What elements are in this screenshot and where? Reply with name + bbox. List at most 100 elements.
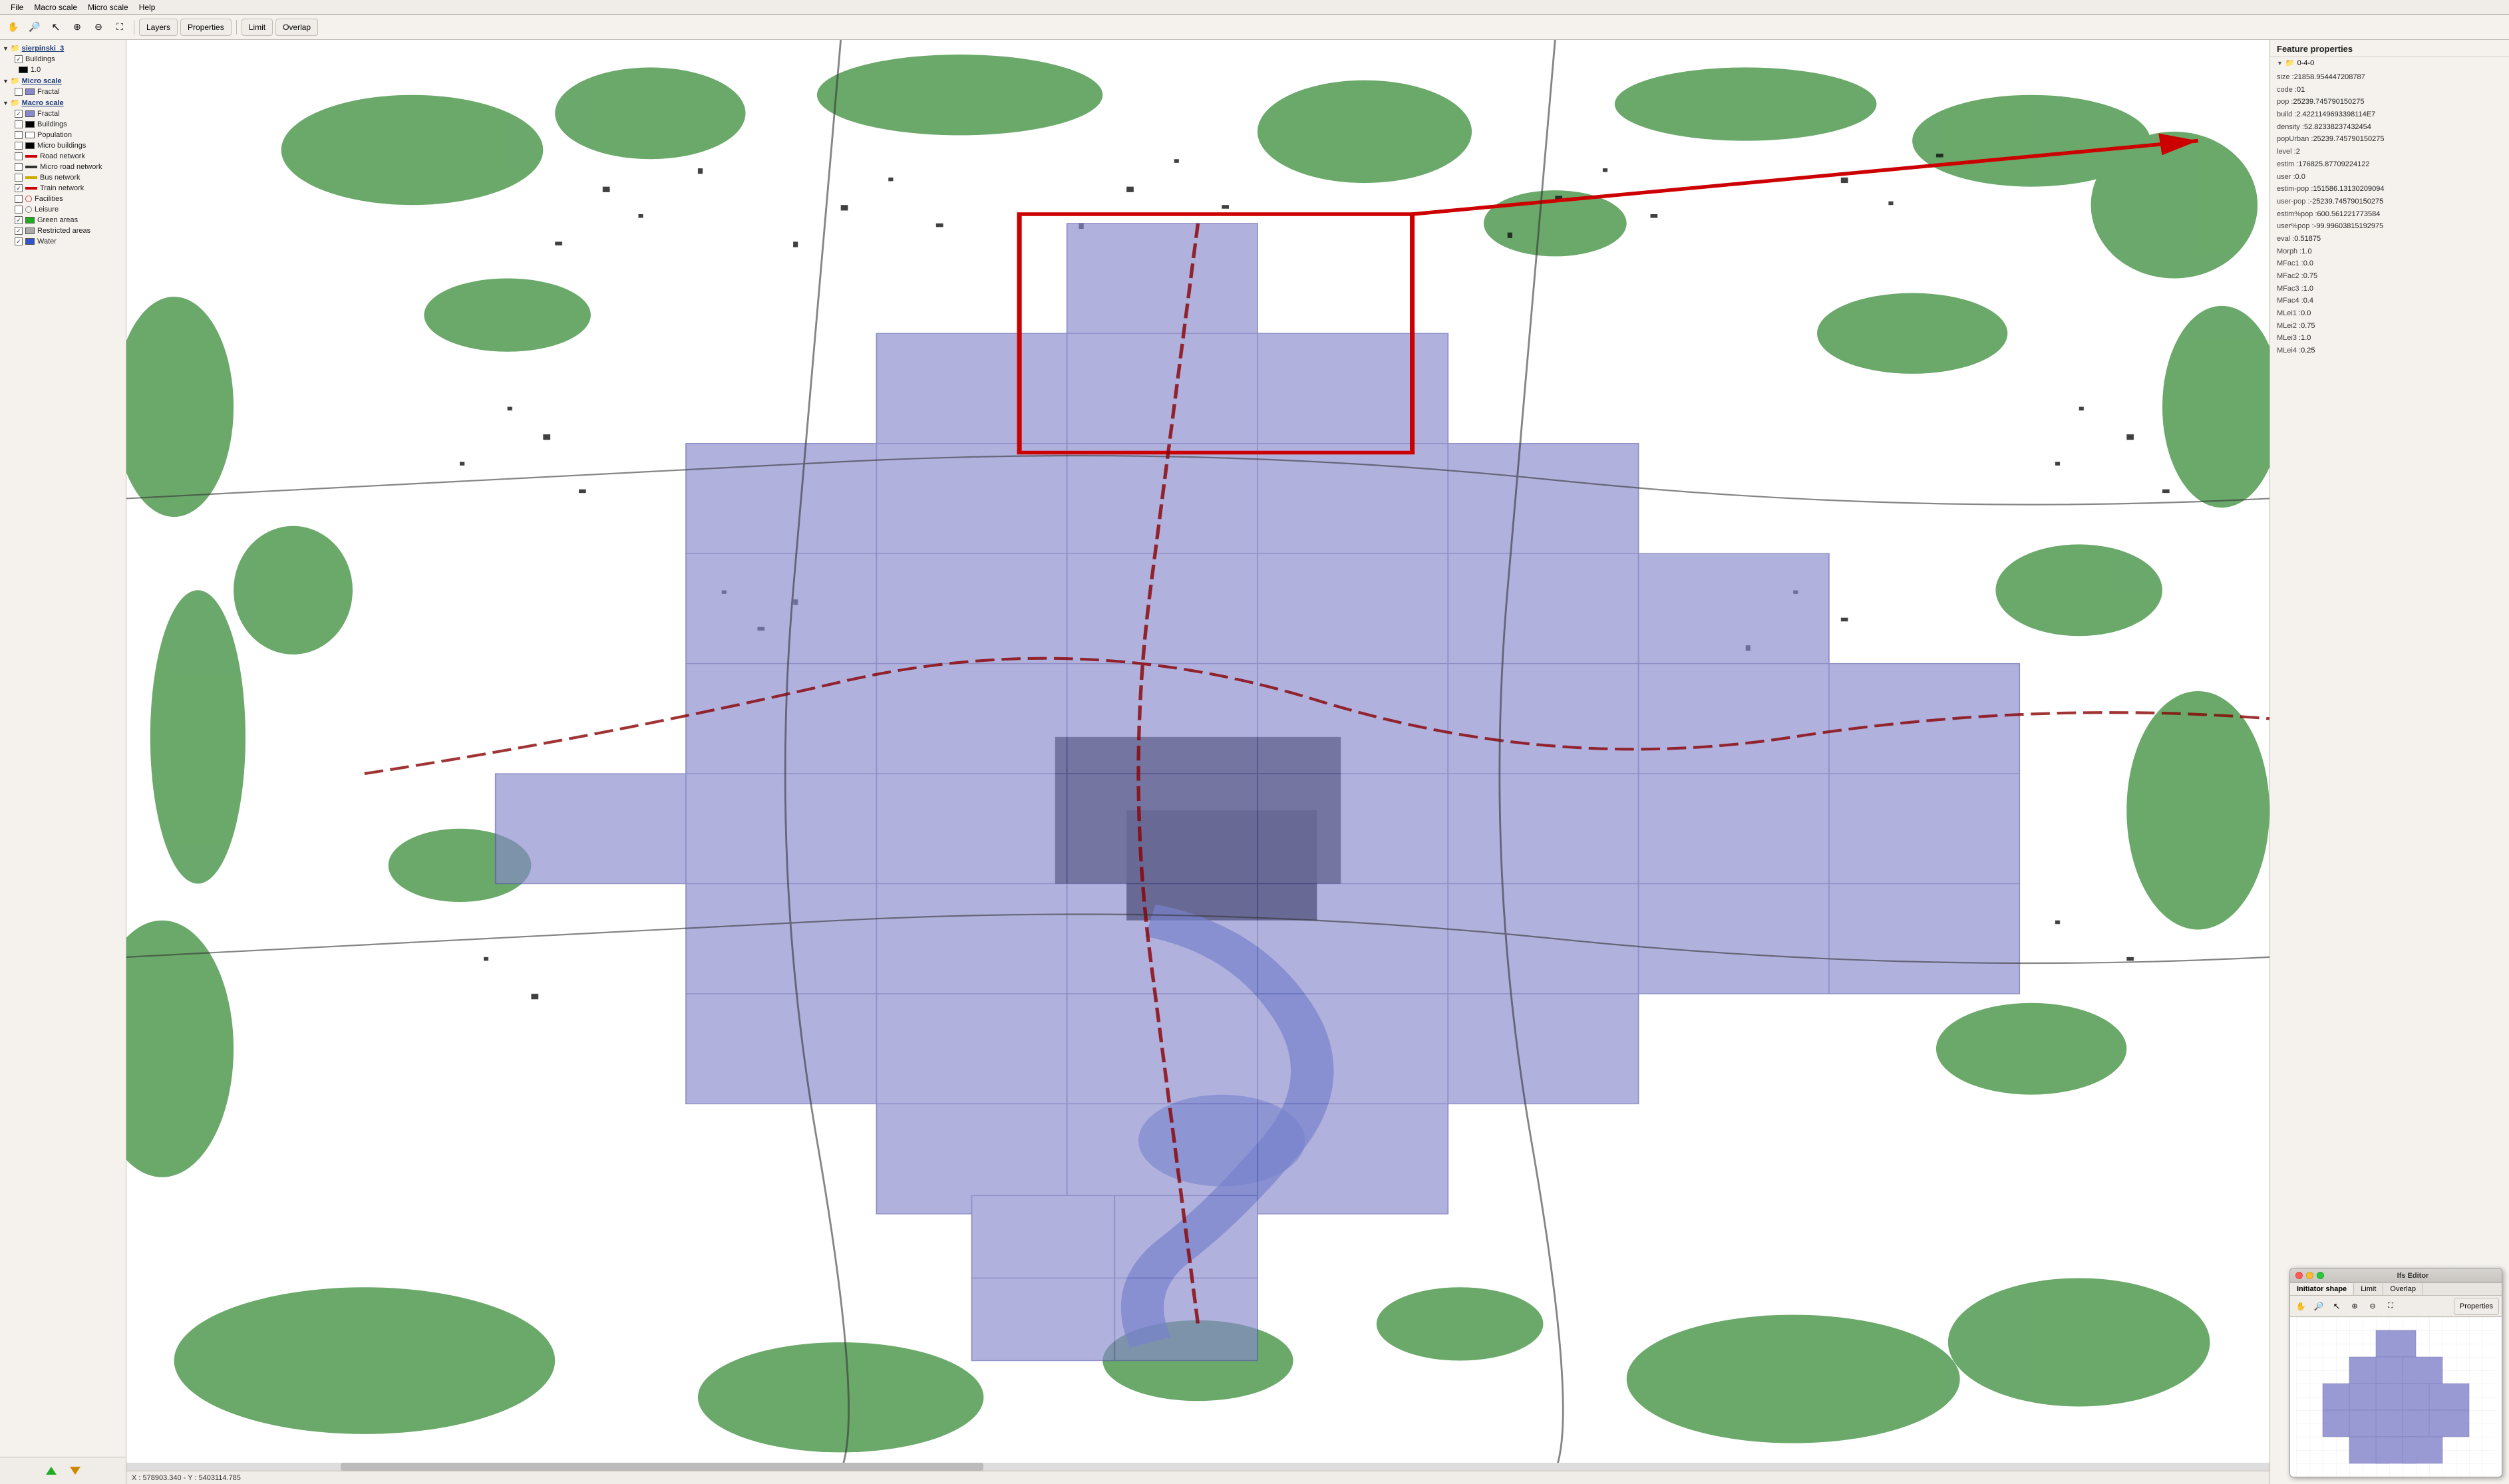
prop-mlei2-value: 0.75 <box>2301 320 2315 333</box>
water-swatch <box>25 238 35 245</box>
tree-node-root[interactable]: ▼ 📁 0-4-0 <box>2270 57 2509 69</box>
layer-micro-fractal[interactable]: Fractal <box>0 86 126 97</box>
road-swatch <box>25 155 37 158</box>
macro-header[interactable]: ▼ 📁 Macro scale <box>0 97 126 108</box>
zoom-btn[interactable]: 🔎 <box>25 18 44 37</box>
layer-leisure[interactable]: Leisure <box>0 204 126 215</box>
map-area[interactable]: X : 578903.340 - Y : 5403114.785 <box>126 40 2269 1484</box>
macro-fractal-swatch <box>25 110 35 117</box>
folder-icon-prop: 📁 <box>2285 59 2295 67</box>
restricted-label: Restricted areas <box>37 227 90 235</box>
ifs-select-btn[interactable]: ↖ <box>2329 1298 2345 1314</box>
layer-green[interactable]: Green areas <box>0 215 126 225</box>
buildings-checkbox[interactable] <box>15 55 23 63</box>
population-label: Population <box>37 131 72 139</box>
micro-header[interactable]: ▼ 📁 Micro scale <box>0 75 126 86</box>
menu-micro-scale[interactable]: Micro scale <box>83 2 134 13</box>
tab-initiator-shape[interactable]: Initiator shape <box>2290 1283 2354 1295</box>
ifs-hand-btn[interactable]: ✋ <box>2293 1298 2309 1314</box>
measure2-btn[interactable]: ⊖ <box>89 18 108 37</box>
micro-scale-label[interactable]: Micro scale <box>22 77 62 85</box>
prop-mlei4: MLei4 : 0.25 <box>2277 345 2502 357</box>
sierpinski-label[interactable]: sierpinski_3 <box>22 45 65 53</box>
micro-fractal-checkbox[interactable] <box>15 88 23 96</box>
population-checkbox[interactable] <box>15 131 23 139</box>
layer-buildings-root[interactable]: Buildings <box>0 54 126 65</box>
layer-water[interactable]: Water <box>0 236 126 247</box>
ifs-measure1-btn[interactable]: ⊕ <box>2347 1298 2363 1314</box>
layer-population[interactable]: Population <box>0 130 126 140</box>
train-checkbox[interactable] <box>15 184 23 192</box>
hand-tool-btn[interactable]: ✋ <box>4 18 23 37</box>
macro-fractal-checkbox[interactable] <box>15 110 23 118</box>
layer-list: ▼ 📁 sierpinski_3 Buildings 1.0 ▼ 📁 <box>0 40 126 1457</box>
leisure-checkbox[interactable] <box>15 206 23 214</box>
select-btn[interactable]: ↖ <box>47 18 65 37</box>
scrollbar-thumb[interactable] <box>341 1463 983 1471</box>
ifs-properties-btn[interactable]: Properties <box>2454 1298 2499 1315</box>
layers-btn[interactable]: Layers <box>139 19 178 36</box>
limit-btn[interactable]: Limit <box>242 19 273 36</box>
arrow-down-icon <box>69 1464 82 1477</box>
macro-buildings-checkbox[interactable] <box>15 120 23 128</box>
ifs-fullscreen-btn[interactable]: ⛶ <box>2383 1298 2399 1314</box>
folder-icon-micro: 📁 <box>11 76 20 85</box>
micro-buildings-label: Micro buildings <box>37 142 86 150</box>
layer-facilities[interactable]: Facilities <box>0 194 126 204</box>
tab-overlap[interactable]: Overlap <box>2383 1283 2423 1295</box>
layer-macro-buildings[interactable]: Buildings <box>0 119 126 130</box>
menu-file[interactable]: File <box>5 2 29 13</box>
menu-macro-scale[interactable]: Macro scale <box>29 2 83 13</box>
road-checkbox[interactable] <box>15 152 23 160</box>
buildings-label: Buildings <box>25 55 55 63</box>
prop-user-pop-value: -25239.745790150275 <box>2310 196 2384 208</box>
ifs-zoom-btn[interactable]: 🔎 <box>2311 1298 2327 1314</box>
sierpinski-header[interactable]: ▼ 📁 sierpinski_3 <box>0 43 126 54</box>
layer-restricted[interactable]: Restricted areas <box>0 225 126 236</box>
prop-mlei1: MLei1 : 0.0 <box>2277 307 2502 320</box>
micro-buildings-swatch <box>25 142 35 149</box>
layer-macro-fractal[interactable]: Fractal <box>0 108 126 119</box>
layer-micro-buildings[interactable]: Micro buildings <box>0 140 126 151</box>
menu-help[interactable]: Help <box>134 2 161 13</box>
overlap-btn[interactable]: Overlap <box>275 19 318 36</box>
map-svg[interactable] <box>126 40 2269 1471</box>
micro-road-label: Micro road network <box>40 163 102 171</box>
sidebar-footer <box>0 1457 126 1484</box>
water-checkbox[interactable] <box>15 237 23 245</box>
minimize-btn[interactable] <box>2306 1272 2313 1279</box>
layer-train[interactable]: Train network <box>0 183 126 194</box>
macro-scale-label[interactable]: Macro scale <box>22 99 64 107</box>
layer-buildings-value: 1.0 <box>0 65 126 75</box>
prop-userpct-pop: user%pop : -99.99603815192975 <box>2277 220 2502 233</box>
map-h-scrollbar[interactable] <box>126 1463 2269 1471</box>
ifs-titlebar: Ifs Editor <box>2290 1268 2502 1283</box>
prop-mfac2: MFac2 : 0.75 <box>2277 270 2502 283</box>
layer-bus[interactable]: Bus network <box>0 172 126 183</box>
facilities-label: Facilities <box>35 195 63 203</box>
layer-road-network[interactable]: Road network <box>0 151 126 162</box>
restricted-checkbox[interactable] <box>15 227 23 235</box>
group-micro: ▼ 📁 Micro scale Fractal <box>0 75 126 97</box>
facilities-swatch <box>25 196 32 202</box>
fullscreen-btn[interactable]: ⛶ <box>110 18 129 37</box>
layer-up-btn[interactable] <box>42 1461 61 1480</box>
micro-road-checkbox[interactable] <box>15 163 23 171</box>
ifs-canvas <box>2290 1317 2502 1477</box>
layer-down-btn[interactable] <box>66 1461 84 1480</box>
close-btn[interactable] <box>2295 1272 2303 1279</box>
layer-micro-road[interactable]: Micro road network <box>0 162 126 172</box>
leisure-swatch <box>25 206 32 213</box>
micro-buildings-checkbox[interactable] <box>15 142 23 150</box>
ifs-measure2-btn[interactable]: ⊖ <box>2365 1298 2381 1314</box>
measure1-btn[interactable]: ⊕ <box>68 18 86 37</box>
properties-btn[interactable]: Properties <box>180 19 232 36</box>
maximize-btn[interactable] <box>2317 1272 2324 1279</box>
restricted-swatch <box>25 227 35 234</box>
facilities-checkbox[interactable] <box>15 195 23 203</box>
ifs-shape-svg <box>2290 1317 2502 1477</box>
prop-estimpct-pop: estim%pop : 600.561221773584 <box>2277 208 2502 221</box>
green-checkbox[interactable] <box>15 216 23 224</box>
tab-limit[interactable]: Limit <box>2354 1283 2383 1295</box>
bus-checkbox[interactable] <box>15 174 23 182</box>
